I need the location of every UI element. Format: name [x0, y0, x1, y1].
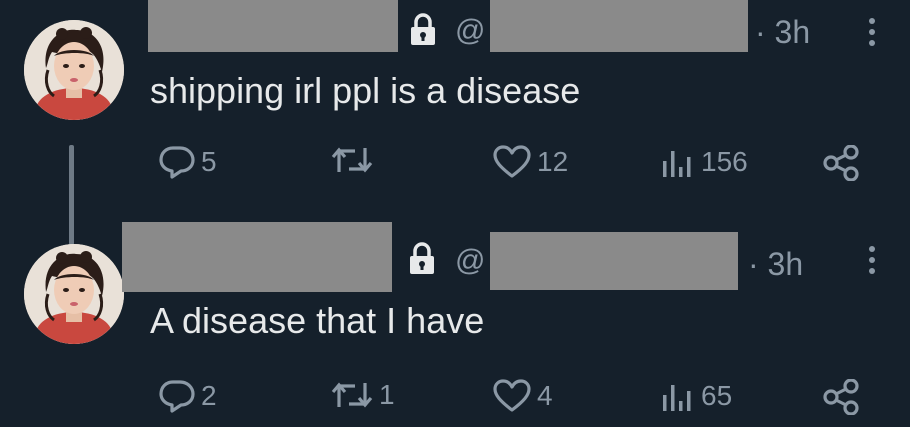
lock-icon — [411, 13, 435, 45]
share-button[interactable] — [822, 145, 860, 181]
username-redacted — [490, 232, 738, 290]
username-redacted — [490, 0, 748, 52]
reply-count: 2 — [201, 380, 217, 411]
like-count: 12 — [537, 146, 569, 177]
display-name-redacted — [148, 0, 398, 52]
views-button[interactable]: 156 — [660, 145, 748, 179]
heart-icon — [493, 379, 531, 412]
avatar-image — [24, 244, 124, 344]
share-icon — [823, 145, 859, 181]
handle-at-symbol: @ — [455, 244, 486, 277]
retweet-button[interactable] — [330, 145, 379, 175]
avatar-image — [24, 20, 124, 120]
display-name-redacted — [122, 222, 392, 292]
more-options-icon[interactable] — [866, 18, 878, 54]
like-button[interactable]: 12 — [492, 145, 568, 179]
share-icon — [823, 379, 859, 415]
retweet-button[interactable]: 1 — [330, 379, 395, 411]
view-count: 156 — [701, 146, 748, 177]
like-button[interactable]: 4 — [492, 379, 553, 413]
reply-count: 5 — [201, 146, 217, 177]
more-options-icon[interactable] — [866, 246, 878, 282]
retweet-icon — [331, 147, 373, 173]
reply-button[interactable]: 5 — [158, 145, 217, 179]
tweet-text: A disease that I have — [150, 300, 485, 341]
avatar[interactable] — [24, 244, 124, 344]
like-count: 4 — [537, 380, 553, 411]
reply-button[interactable]: 2 — [158, 379, 217, 413]
timestamp[interactable]: · 3h — [748, 246, 803, 283]
views-icon — [663, 151, 691, 177]
reply-icon — [159, 146, 195, 179]
tweet-text: shipping irl ppl is a disease — [150, 70, 581, 111]
retweet-count: 1 — [379, 379, 395, 410]
reply-icon — [159, 380, 195, 413]
share-button[interactable] — [822, 379, 860, 415]
avatar[interactable] — [24, 20, 124, 120]
lock-icon — [410, 242, 434, 274]
tweet[interactable]: @ · 3h A disease that I have 2 1 4 65 — [0, 222, 910, 427]
handle-at-symbol: @ — [455, 14, 486, 47]
views-button[interactable]: 65 — [660, 379, 732, 413]
retweet-icon — [331, 382, 373, 408]
timestamp[interactable]: · 3h — [755, 14, 810, 51]
view-count: 65 — [701, 380, 733, 411]
tweet[interactable]: @ · 3h shipping irl ppl is a disease 5 1… — [0, 0, 910, 245]
views-icon — [663, 385, 691, 411]
heart-icon — [493, 145, 531, 178]
